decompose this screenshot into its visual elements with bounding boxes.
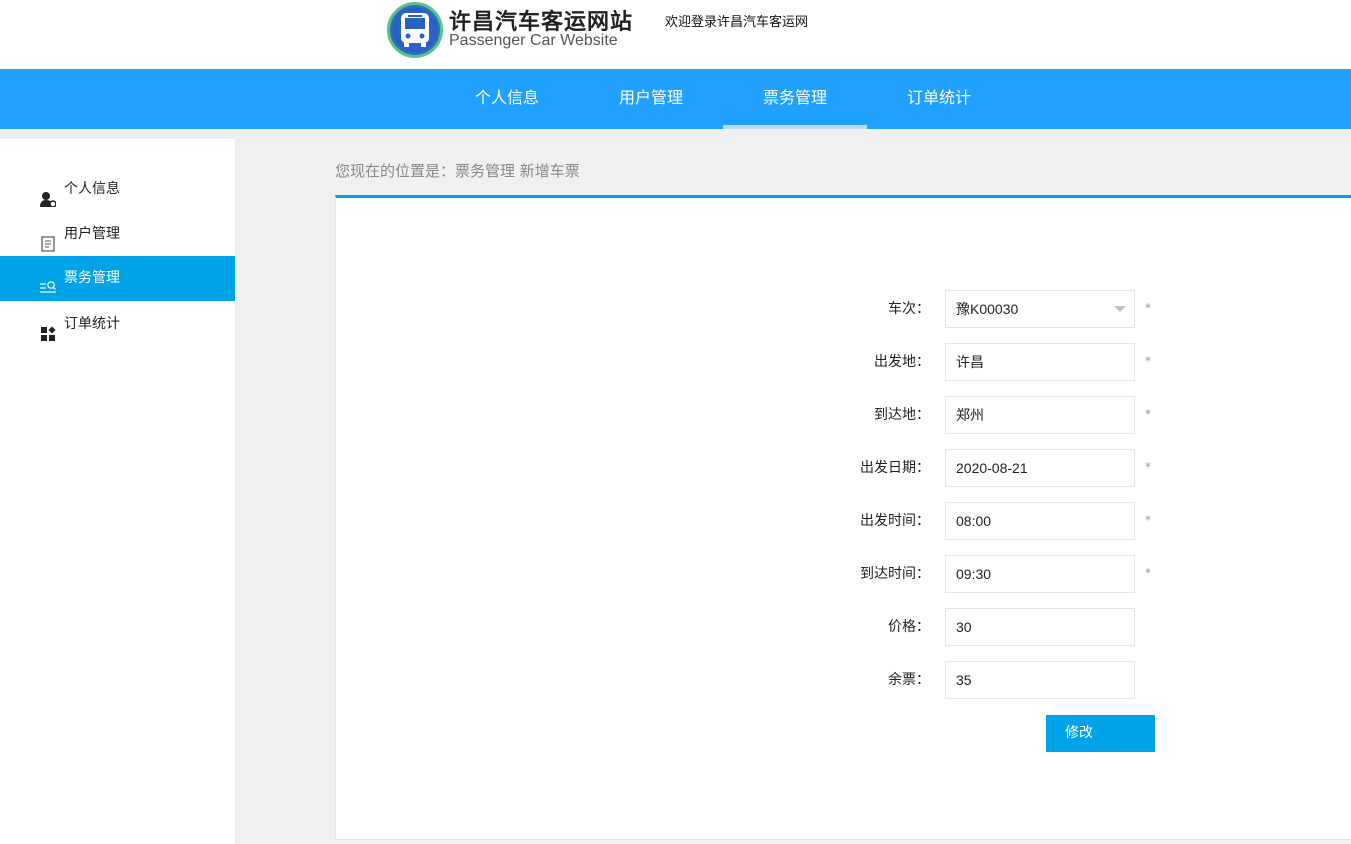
sidebar-item-label: 票务管理	[64, 270, 120, 286]
grid-icon	[40, 316, 56, 341]
required-mark: *	[1145, 301, 1151, 315]
sidebar-item-label: 订单统计	[64, 316, 120, 332]
sidebar-item-label: 用户管理	[64, 226, 120, 242]
field-label: 出发地：	[874, 354, 930, 370]
top-nav: 个人信息 用户管理 票务管理 订单统计	[0, 69, 1351, 129]
form-row-origin: 出发地：	[336, 343, 930, 381]
field-label: 价格：	[888, 619, 930, 635]
required-mark: *	[1145, 354, 1151, 368]
topnav-item-tickets[interactable]: 票务管理	[723, 69, 867, 129]
bus-icon	[387, 2, 443, 58]
arrive-time-input[interactable]: 09:30	[945, 555, 1135, 593]
sidebar-item-tickets[interactable]: 票务管理	[0, 256, 235, 301]
sidebar-item-profile[interactable]: 个人信息	[0, 167, 235, 212]
site-subtitle: Passenger Car Website	[449, 32, 618, 49]
field-label: 到达地：	[874, 407, 930, 423]
price-input[interactable]: 30	[945, 608, 1135, 646]
form-row-train-number: 车次：	[336, 290, 930, 328]
origin-input[interactable]: 许昌	[945, 343, 1135, 381]
sidebar-item-orders[interactable]: 订单统计	[0, 302, 235, 347]
ticket-form-panel: 车次： 豫K00030 * 出发地： 许昌 * 到达地： 郑州 * 出发日期： …	[335, 195, 1351, 840]
site-header: 许昌汽车客运网站 Passenger Car Website 欢迎登录许昌汽车客…	[0, 0, 1351, 69]
required-mark: *	[1145, 407, 1151, 421]
document-icon	[40, 226, 56, 252]
form-row-arrive-time: 到达时间：	[336, 555, 930, 593]
form-row-depart-time: 出发时间：	[336, 502, 930, 540]
form-row-destination: 到达地：	[336, 396, 930, 434]
required-mark: *	[1145, 566, 1151, 580]
form-row-depart-date: 出发日期：	[336, 449, 930, 487]
topnav-item-orders[interactable]: 订单统计	[867, 69, 1011, 129]
remaining-tickets-input[interactable]: 35	[945, 661, 1135, 699]
sidebar: 个人信息 用户管理 票务管理 订单统计	[0, 139, 235, 844]
modify-button[interactable]: 修改	[1046, 715, 1155, 752]
field-label: 余票：	[888, 672, 930, 688]
required-mark: *	[1145, 513, 1151, 527]
depart-time-input[interactable]: 08:00	[945, 502, 1135, 540]
topnav-item-users[interactable]: 用户管理	[579, 69, 723, 129]
field-label: 车次：	[888, 301, 930, 317]
field-label: 出发时间：	[860, 513, 930, 529]
topnav-item-profile[interactable]: 个人信息	[435, 69, 579, 129]
destination-input[interactable]: 郑州	[945, 396, 1135, 434]
form-row-remaining: 余票：	[336, 661, 930, 699]
form-row-price: 价格：	[336, 608, 930, 646]
user-icon	[40, 181, 57, 208]
welcome-text: 欢迎登录许昌汽车客运网	[665, 15, 809, 30]
sidebar-item-label: 个人信息	[64, 181, 120, 197]
search-list-icon	[40, 270, 56, 293]
field-label: 到达时间：	[860, 566, 930, 582]
select-value: 豫K00030	[956, 301, 1019, 317]
field-label: 出发日期：	[860, 460, 930, 476]
breadcrumb: 您现在的位置是：票务管理 新增车票	[335, 162, 580, 180]
sidebar-item-users[interactable]: 用户管理	[0, 212, 235, 257]
chevron-down-icon	[1114, 306, 1126, 312]
required-mark: *	[1145, 460, 1151, 474]
depart-date-input[interactable]: 2020-08-21	[945, 449, 1135, 487]
train-number-select[interactable]: 豫K00030	[945, 290, 1135, 328]
